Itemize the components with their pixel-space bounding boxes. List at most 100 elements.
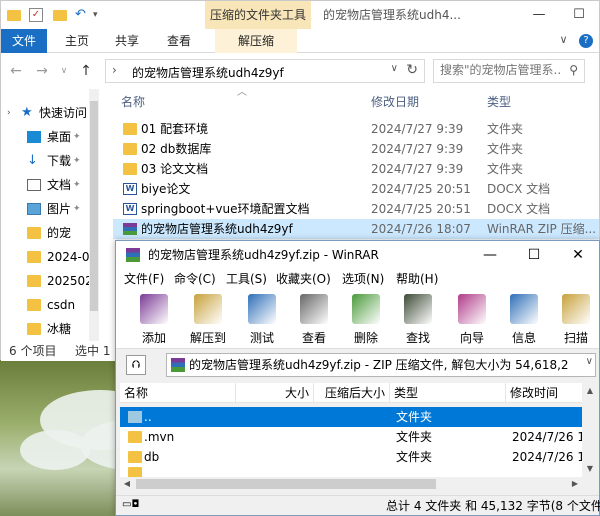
winrar-title: 的宠物店管理系统udh4z9yf.zip - WinRAR <box>148 248 379 262</box>
help-icon[interactable]: ? <box>579 34 593 48</box>
file-name: springboot+vue环境配置文档 <box>141 202 310 216</box>
folder-icon <box>27 323 41 335</box>
file-row[interactable]: 03 论文文档 2024/7/27 9:39 文件夹 <box>113 159 599 179</box>
scroll-thumb[interactable] <box>90 101 98 311</box>
column-packed-size[interactable]: 压缩后大小 <box>314 383 390 403</box>
nav-folder[interactable]: 冰糖 <box>1 317 97 341</box>
archive-row-partial[interactable] <box>120 467 582 477</box>
menu-command[interactable]: 命令(C) <box>174 269 216 289</box>
delete-button[interactable]: 删除 <box>340 291 392 347</box>
address-bar[interactable]: › 的宠物店管理系统udh4z9yf ∨ ↻ <box>105 59 425 83</box>
scroll-up-icon[interactable]: ▲ <box>582 383 598 399</box>
column-name[interactable]: 名称 <box>120 383 236 403</box>
folder-icon <box>123 143 137 155</box>
view-button[interactable]: 查看 <box>288 291 340 347</box>
nav-quick-access[interactable]: › ★ 快速访问 <box>1 101 97 125</box>
refresh-icon[interactable]: ↻ <box>406 62 418 78</box>
archive-row[interactable]: .mvn 文件夹 2024/7/26 18 <box>120 427 593 447</box>
file-row-selected[interactable]: 的宠物店管理系统udh4z9yf 2024/7/26 18:07 WinRAR … <box>113 219 599 239</box>
file-row[interactable]: 02 db数据库 2024/7/27 9:39 文件夹 <box>113 139 599 159</box>
find-button[interactable]: 查找 <box>392 291 444 347</box>
nav-folder[interactable]: 202502 <box>1 269 97 293</box>
up-folder-icon[interactable]: ⮉ <box>126 355 146 375</box>
nav-folder[interactable]: 2024-0 <box>1 245 97 269</box>
expand-ribbon-icon[interactable]: ∨ <box>559 33 567 46</box>
nav-folder[interactable]: 的宠 <box>1 221 97 245</box>
new-folder-icon[interactable] <box>53 10 67 21</box>
column-type[interactable]: 类型 <box>390 383 506 403</box>
minimize-icon[interactable]: — <box>468 241 512 269</box>
archive-horizontal-scrollbar[interactable]: ◀ ▶ <box>120 477 582 491</box>
compressed-folder-tools-tab[interactable]: 压缩的文件夹工具 <box>205 1 311 29</box>
file-row[interactable]: W biye论文 2024/7/25 20:51 DOCX 文档 <box>113 179 599 199</box>
archive-path-box[interactable]: 的宠物店管理系统udh4z9yf.zip - ZIP 压缩文件, 解包大小为 5… <box>166 353 596 377</box>
file-row[interactable]: W springboot+vue环境配置文档 2024/7/25 20:51 D… <box>113 199 599 219</box>
menu-options[interactable]: 选项(N) <box>342 269 384 289</box>
tab-share[interactable]: 共享 <box>109 29 145 53</box>
address-path: 的宠物店管理系统udh4z9yf <box>132 66 284 80</box>
forward-arrow-icon[interactable]: → <box>33 62 51 80</box>
archive-path-bar: ⮉ 的宠物店管理系统udh4z9yf.zip - ZIP 压缩文件, 解包大小为… <box>116 351 599 379</box>
properties-icon[interactable]: ✓ <box>29 8 43 22</box>
entry-name: .mvn <box>144 430 175 444</box>
tab-file[interactable]: 文件 <box>1 29 47 53</box>
scroll-left-icon[interactable]: ◀ <box>120 477 134 491</box>
nav-label: 图片 <box>47 202 72 216</box>
column-type[interactable]: 类型 <box>487 93 511 111</box>
file-type: WinRAR ZIP 压缩... <box>487 222 597 236</box>
scan-button[interactable]: 扫描 <box>550 291 598 347</box>
nav-scrollbar[interactable] <box>89 89 99 341</box>
path-dropdown-icon[interactable]: ∨ <box>586 356 593 367</box>
add-icon <box>140 294 168 324</box>
search-icon[interactable]: ⚲ <box>569 63 578 77</box>
nav-desktop[interactable]: 桌面 ✦ <box>1 125 97 149</box>
drive-lock-icon: ▭◘ <box>122 499 140 510</box>
nav-pictures[interactable]: 图片 ✦ <box>1 197 97 221</box>
tab-view[interactable]: 查看 <box>161 29 197 53</box>
minimize-icon[interactable]: — <box>519 1 559 29</box>
expand-arrow-icon[interactable]: › <box>7 101 11 125</box>
archive-row-selected[interactable]: .. 文件夹 <box>120 407 582 427</box>
maximize-icon[interactable]: ☐ <box>559 1 599 29</box>
column-modified[interactable]: 修改时间 <box>506 383 582 403</box>
file-type: 文件夹 <box>487 142 524 156</box>
address-dropdown-icon[interactable]: ∨ <box>391 63 398 74</box>
info-button[interactable]: 信息 <box>498 291 550 347</box>
extract-to-button[interactable]: 解压到 <box>182 291 234 347</box>
tab-home[interactable]: 主页 <box>59 29 95 53</box>
scroll-thumb[interactable] <box>136 479 436 489</box>
archive-row[interactable]: db 文件夹 2024/7/26 18 <box>120 447 593 467</box>
folder-icon[interactable] <box>7 10 21 21</box>
test-button[interactable]: 测试 <box>236 291 288 347</box>
menu-file[interactable]: 文件(F) <box>124 269 164 289</box>
up-arrow-icon[interactable]: ↑ <box>77 62 95 80</box>
menu-help[interactable]: 帮助(H) <box>396 269 438 289</box>
address-row: ← → ∨ ↑ › 的宠物店管理系统udh4z9yf ∨ ↻ ⚲ <box>1 54 599 88</box>
nav-documents[interactable]: 文档 ✦ <box>1 173 97 197</box>
search-input[interactable] <box>440 63 560 77</box>
close-icon[interactable]: ✕ <box>556 241 600 269</box>
column-name[interactable]: 名称 <box>121 93 145 111</box>
nav-downloads[interactable]: ↓ 下载 ✦ <box>1 149 97 173</box>
chevron-down-icon[interactable]: ▾ <box>93 6 98 24</box>
undo-icon[interactable]: ↶ <box>75 6 86 24</box>
maximize-icon[interactable]: ☐ <box>512 241 556 269</box>
search-box[interactable]: ⚲ <box>433 59 585 83</box>
scroll-right-icon[interactable]: ▶ <box>568 477 582 491</box>
scroll-down-icon[interactable]: ▼ <box>582 461 598 477</box>
add-button[interactable]: 添加 <box>128 291 180 347</box>
tab-extract[interactable]: 解压缩 <box>215 29 297 53</box>
nav-folder[interactable]: csdn <box>1 293 97 317</box>
file-row[interactable]: 01 配套环境 2024/7/27 9:39 文件夹 <box>113 119 599 139</box>
menu-tools[interactable]: 工具(S) <box>226 269 267 289</box>
recent-chevron-icon[interactable]: ∨ <box>55 62 73 80</box>
menu-favorites[interactable]: 收藏夹(O) <box>276 269 331 289</box>
desktop-icon <box>27 131 41 143</box>
back-arrow-icon[interactable]: ← <box>7 62 25 80</box>
column-size[interactable]: 大小 <box>236 383 314 403</box>
column-date[interactable]: 修改日期 <box>371 93 419 111</box>
file-type: 文件夹 <box>487 122 524 136</box>
wizard-button[interactable]: 向导 <box>446 291 498 347</box>
archive-vertical-scrollbar[interactable]: ▲ ▼ <box>582 383 598 477</box>
folder-icon <box>123 163 137 175</box>
